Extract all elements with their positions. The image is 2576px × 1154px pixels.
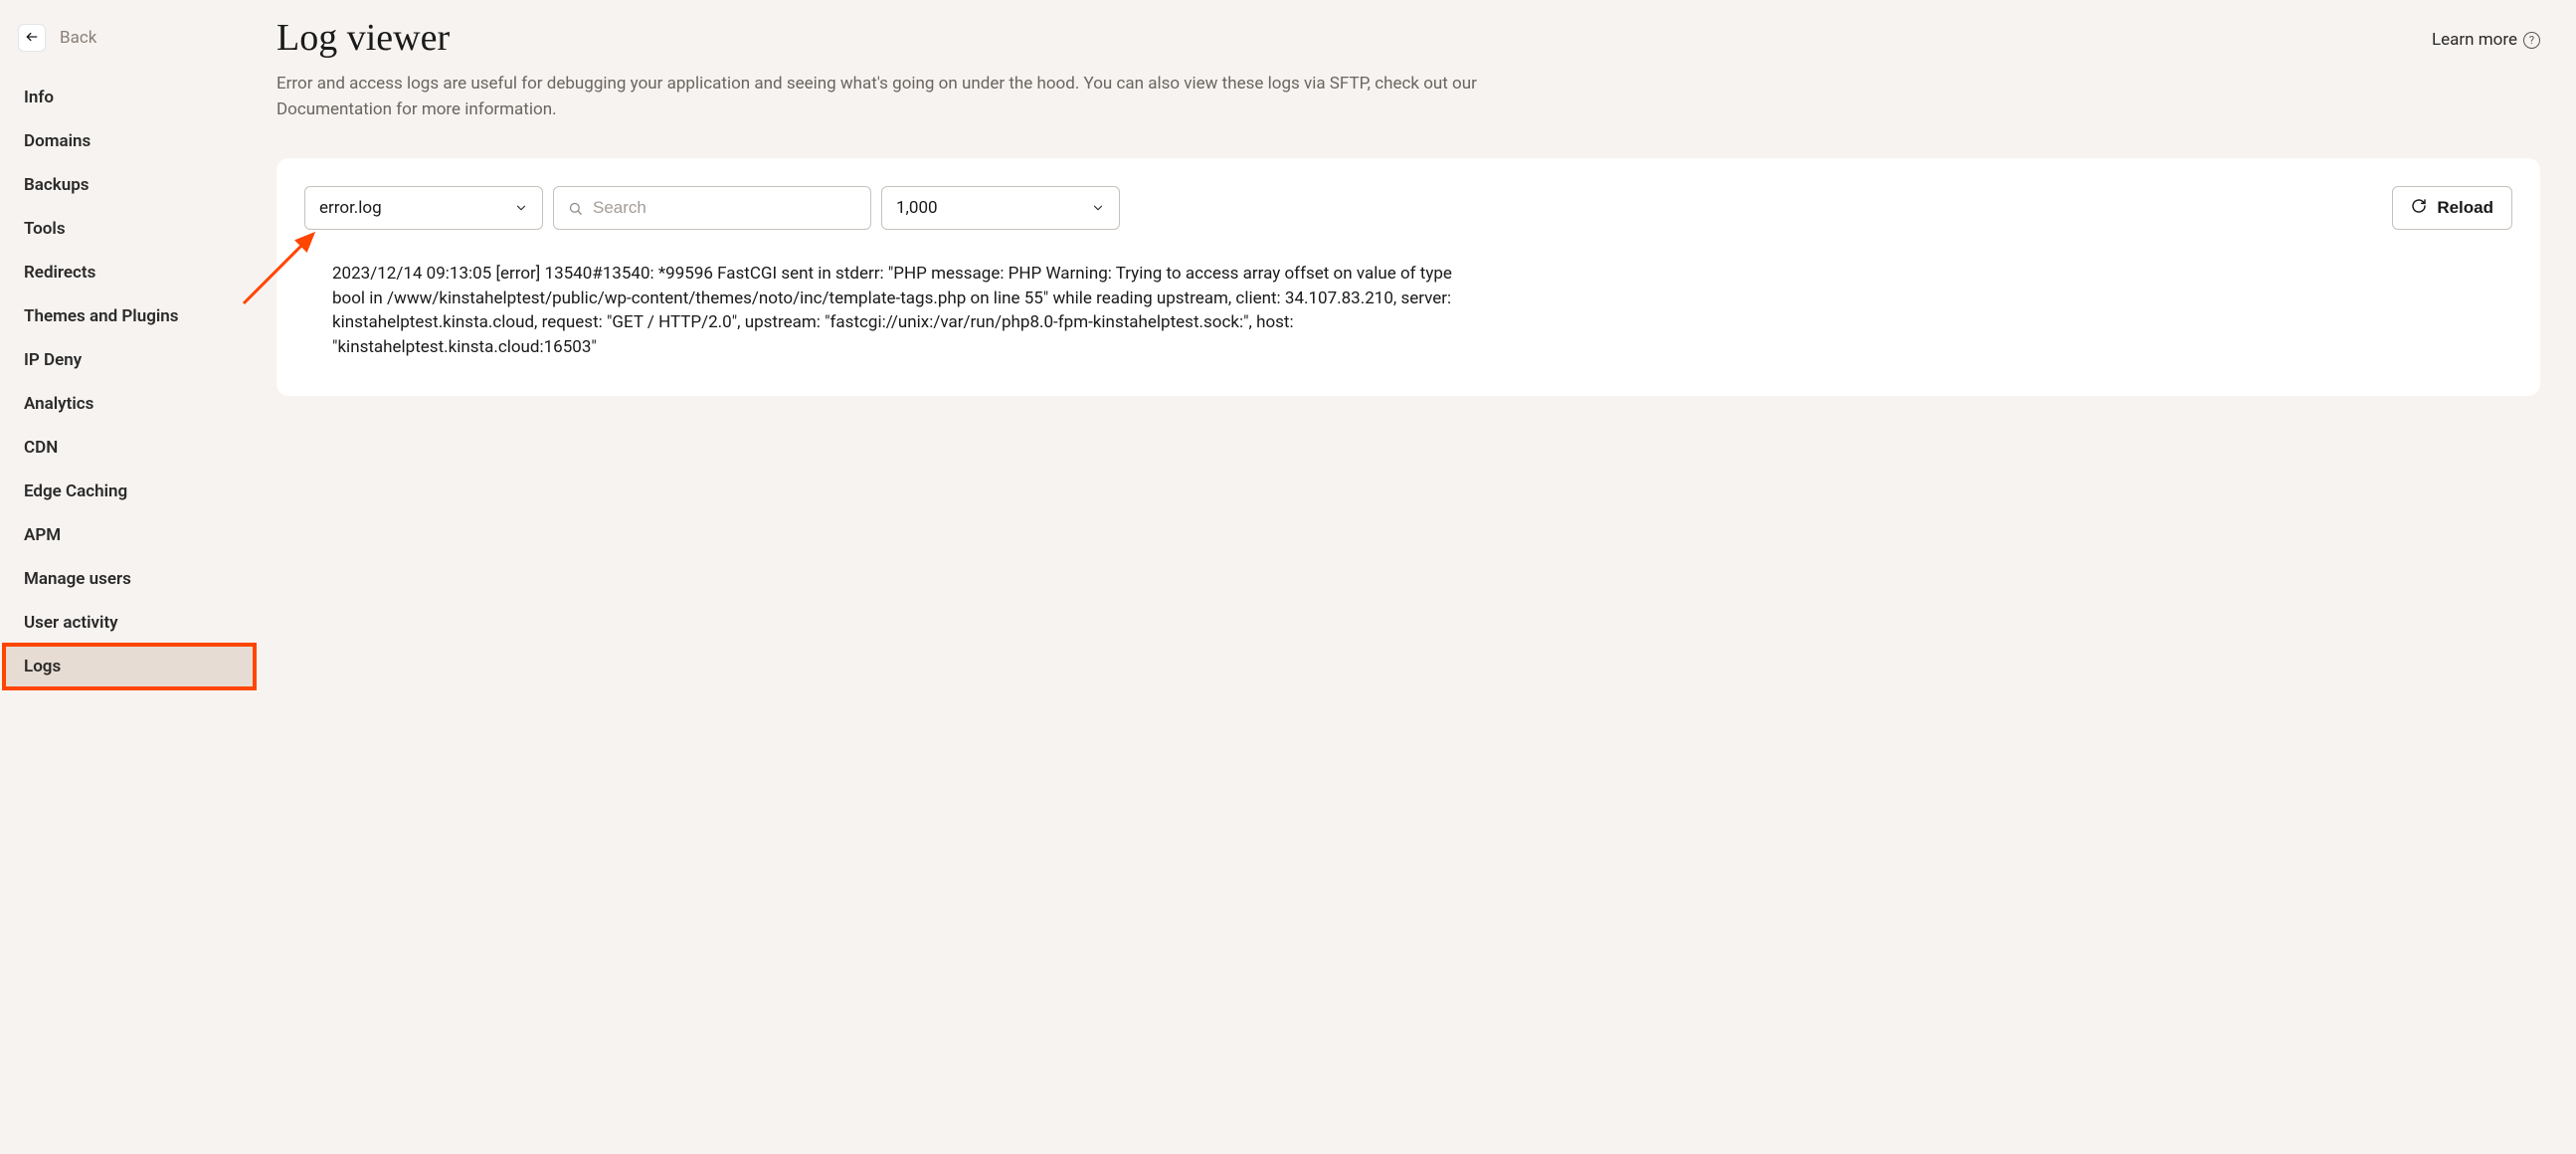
main-content: Log viewer Learn more ? Error and access… <box>259 0 2576 1154</box>
sidebar-item-analytics[interactable]: Analytics <box>0 382 259 426</box>
search-input[interactable] <box>593 198 856 218</box>
log-card: error.log <box>276 158 2540 396</box>
reload-button[interactable]: Reload <box>2392 186 2512 230</box>
search-icon <box>568 201 583 216</box>
learn-more-label: Learn more <box>2432 30 2517 50</box>
line-count-selected-value: 1,000 <box>896 198 1091 218</box>
controls-row: error.log <box>304 186 2512 230</box>
search-field-wrap <box>553 186 871 230</box>
sidebar-item-edge-caching[interactable]: Edge Caching <box>0 470 259 513</box>
log-file-selected-value: error.log <box>319 198 514 218</box>
sidebar-item-ip-deny[interactable]: IP Deny <box>0 338 259 382</box>
back-label[interactable]: Back <box>60 28 96 48</box>
sidebar-item-logs[interactable]: Logs <box>4 645 255 688</box>
sidebar-item-cdn[interactable]: CDN <box>0 426 259 470</box>
sidebar-item-domains[interactable]: Domains <box>0 119 259 163</box>
sidebar-nav: Info Domains Backups Tools Redirects The… <box>0 76 259 688</box>
sidebar-item-info[interactable]: Info <box>0 76 259 119</box>
page-description: Error and access logs are useful for deb… <box>276 72 1550 122</box>
chevron-down-icon <box>514 201 528 215</box>
log-entry: 2023/12/14 09:13:05 [error] 13540#13540:… <box>304 262 1478 368</box>
reload-icon <box>2411 198 2427 219</box>
reload-label: Reload <box>2437 198 2493 218</box>
page-header: Log viewer Learn more ? <box>276 16 2540 60</box>
back-row: Back <box>0 24 259 76</box>
learn-more-link[interactable]: Learn more ? <box>2432 30 2540 50</box>
sidebar-item-backups[interactable]: Backups <box>0 163 259 207</box>
sidebar-item-user-activity[interactable]: User activity <box>0 601 259 645</box>
sidebar-item-manage-users[interactable]: Manage users <box>0 557 259 601</box>
sidebar-item-themes-plugins[interactable]: Themes and Plugins <box>0 294 259 338</box>
log-file-select[interactable]: error.log <box>304 186 543 230</box>
sidebar-item-redirects[interactable]: Redirects <box>0 251 259 294</box>
arrow-left-icon <box>25 29 39 48</box>
page-title: Log viewer <box>276 16 450 60</box>
line-count-select[interactable]: 1,000 <box>881 186 1120 230</box>
sidebar-item-apm[interactable]: APM <box>0 513 259 557</box>
sidebar: Back Info Domains Backups Tools Redirect… <box>0 0 259 1154</box>
sidebar-item-tools[interactable]: Tools <box>0 207 259 251</box>
chevron-down-icon <box>1091 201 1105 215</box>
help-icon: ? <box>2523 32 2540 49</box>
back-button[interactable] <box>18 24 46 52</box>
